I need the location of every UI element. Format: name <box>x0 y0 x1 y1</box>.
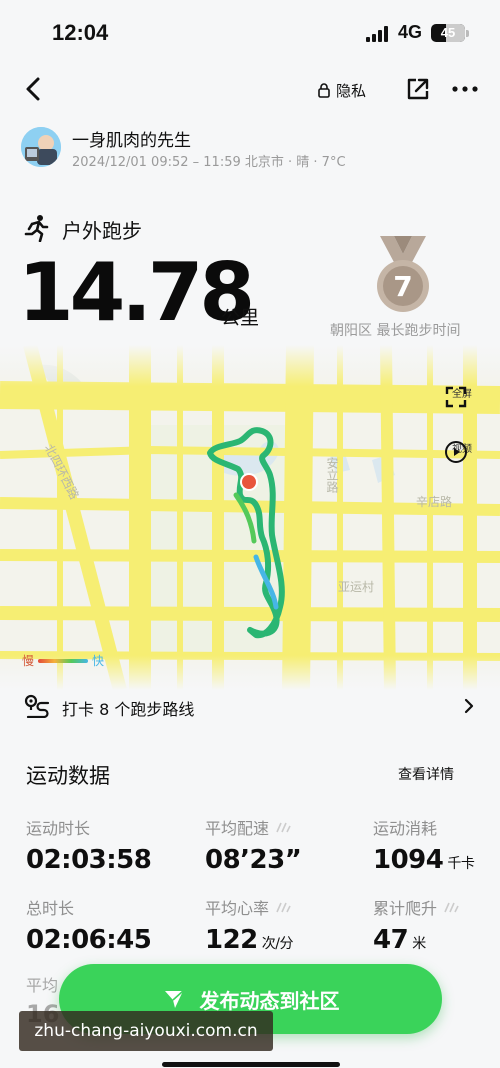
map-label-yayuncun: 亚运村 <box>338 580 375 594</box>
share-button[interactable] <box>405 76 431 102</box>
stat-value: 08’23” <box>205 845 302 875</box>
stat-avg-heart-rate: 平均心率 122 次/分 <box>205 895 294 955</box>
medal-number: 7 <box>393 270 412 303</box>
medal-badge[interactable]: 7 <box>370 236 436 314</box>
stat-avg-pace: 平均配速 08’23” <box>205 815 302 875</box>
checkin-text: 打卡 8 个跑步路线 <box>62 700 195 719</box>
stat-peek-label: 平均 <box>26 976 59 995</box>
stat-label: 运动消耗 <box>373 819 438 838</box>
stat-value: 02:03:58 <box>26 845 152 875</box>
map-canvas <box>0 345 500 690</box>
map-label-xindian-road: 辛店路 <box>416 495 453 509</box>
stat-value: 47 <box>373 925 409 955</box>
checkin-routes-row[interactable]: 打卡 8 个跑步路线 <box>0 690 500 724</box>
lock-icon <box>318 83 330 98</box>
stat-value: 122 <box>205 925 258 955</box>
stat-elevation-gain: 累计爬升 47 米 <box>373 895 459 955</box>
stat-label: 总时长 <box>26 899 75 918</box>
pace-slow-label: 慢 <box>22 654 35 668</box>
more-icon <box>452 86 478 92</box>
signal-icon <box>366 26 388 42</box>
stat-duration: 运动时长 02:03:58 <box>26 815 152 875</box>
chevron-right-icon <box>464 698 474 714</box>
route-map[interactable]: 安立路 辛店路 亚运村 北四环西路 全屏 视频 <box>0 345 500 690</box>
stat-unit: 次/分 <box>261 936 294 952</box>
distance-value: 14.78 <box>18 246 255 339</box>
stat-label: 平均心率 <box>205 899 270 918</box>
running-icon <box>23 214 49 243</box>
stat-unit: 千卡 <box>447 856 475 872</box>
activity-meta: 2024/12/01 09:52 – 11:59 北京市 · 晴 · 7°C <box>72 155 346 170</box>
info-icon[interactable] <box>275 900 291 914</box>
route-pin-icon <box>24 694 50 718</box>
watermark: zhu-chang-aiyouxi.com.cn <box>19 1011 273 1051</box>
info-icon[interactable] <box>443 900 459 914</box>
medal-caption: 朝阳区 最长跑步时间 <box>330 323 461 339</box>
map-label-anli-road: 安立路 <box>325 457 339 493</box>
publish-label: 发布动态到社区 <box>199 988 340 1013</box>
view-details-link[interactable]: 查看详情 <box>398 764 454 784</box>
stat-unit: 米 <box>412 936 426 952</box>
stat-value: 1094 <box>373 845 444 875</box>
stats-title: 运动数据 <box>26 764 110 788</box>
distance-unit: 公里 <box>221 307 260 329</box>
stat-label: 运动时长 <box>26 819 91 838</box>
video-button[interactable]: 视频 <box>444 440 480 463</box>
stat-total-duration: 总时长 02:06:45 <box>26 895 152 955</box>
fullscreen-icon <box>445 386 467 408</box>
network-label: 4G <box>398 22 423 42</box>
status-time: 12:04 <box>52 20 109 45</box>
battery-icon: 45 <box>431 24 465 42</box>
send-icon <box>164 990 184 1008</box>
play-icon <box>445 441 467 463</box>
stat-calories: 运动消耗 1094 千卡 <box>373 815 475 875</box>
fullscreen-button[interactable]: 全屏 <box>444 385 480 408</box>
privacy-label: 隐私 <box>336 81 367 100</box>
stat-label: 累计爬升 <box>373 899 438 918</box>
home-indicator <box>162 1062 340 1067</box>
avatar[interactable] <box>21 127 61 167</box>
info-icon[interactable] <box>275 820 291 834</box>
back-button[interactable] <box>20 72 50 106</box>
pace-gradient <box>38 658 89 663</box>
activity-type: 户外跑步 <box>62 219 142 243</box>
user-name[interactable]: 一身肌肉的先生 <box>72 126 191 151</box>
privacy-button[interactable]: 隐私 <box>316 78 366 102</box>
more-button[interactable] <box>450 78 480 100</box>
share-icon <box>407 78 429 100</box>
pace-fast-label: 快 <box>92 654 105 668</box>
status-bar: 12:04 4G 45 <box>0 0 500 64</box>
pace-legend: 慢 快 <box>22 652 104 669</box>
stat-value: 02:06:45 <box>26 925 152 955</box>
battery-level: 45 <box>440 25 456 40</box>
stat-label: 平均配速 <box>205 819 270 838</box>
